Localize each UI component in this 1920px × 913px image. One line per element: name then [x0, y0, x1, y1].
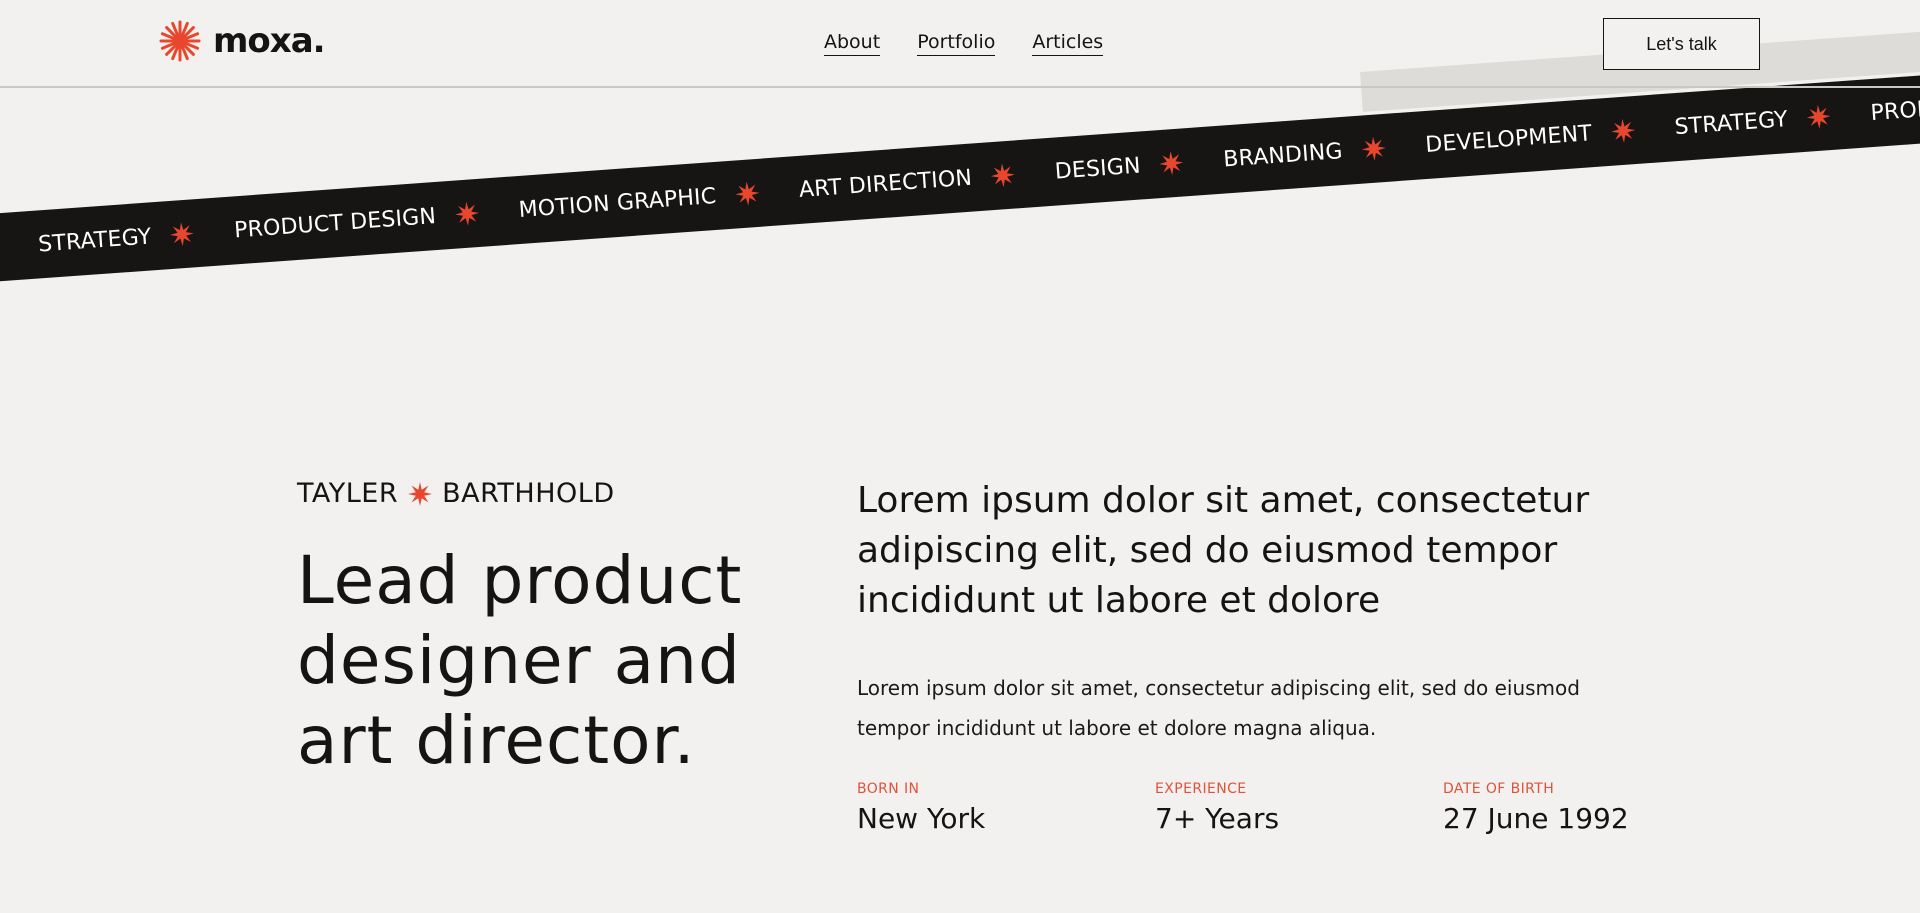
starburst-icon	[990, 162, 1016, 188]
starburst-icon	[1806, 104, 1832, 130]
hero-description: Lorem ipsum dolor sit amet, consectetur …	[857, 476, 1637, 836]
marquee-item-label: STRATEGY	[1673, 106, 1789, 140]
marquee-item: DESIGN	[1054, 150, 1184, 184]
fact-date-of-birth: DATE OF BIRTH 27 June 1992	[1443, 780, 1629, 836]
main-nav: About Portfolio Articles	[824, 32, 1104, 56]
fact-born-in: BORN IN New York	[857, 780, 1155, 836]
nav-link-portfolio[interactable]: Portfolio	[917, 32, 996, 56]
marquee-item-label: PRODUCT DESIGN	[1869, 86, 1920, 126]
marquee-item: STRATEGY	[1674, 104, 1832, 140]
fact-value: New York	[857, 802, 986, 835]
starburst-icon	[1361, 136, 1387, 162]
fact-label: DATE OF BIRTH	[1443, 781, 1555, 797]
starburst-icon	[1610, 118, 1636, 144]
starburst-icon	[734, 181, 760, 207]
marquee-item-label: DEVELOPMENT	[1424, 120, 1593, 158]
marquee-track: STRATEGY PRODUCT DESIGN MOTION GRAPHIC ART …	[0, 80, 1920, 262]
marquee-item-label: ART DIRECTION	[798, 165, 973, 203]
marquee-item: MOTION GRAPHIC	[518, 180, 760, 222]
marquee-item: PRODUCT DESIGN	[1870, 83, 1920, 125]
starburst-logo-icon	[159, 20, 201, 62]
marquee-item-label: PRODUCT DESIGN	[233, 203, 437, 243]
brand-name: moxa.	[213, 21, 326, 61]
fact-label: BORN IN	[857, 781, 920, 797]
lead-paragraph: Lorem ipsum dolor sit amet, consectetur …	[857, 480, 1590, 621]
page: moxa. About Portfolio Articles Let's tal…	[0, 0, 1920, 913]
marquee-item-label: MOTION GRAPHIC	[517, 183, 718, 223]
marquee-item: STRATEGY	[37, 221, 195, 257]
nav-link-about[interactable]: About	[824, 32, 881, 56]
lets-talk-button[interactable]: Let's talk	[1603, 18, 1760, 70]
hero-intro: TAYLER BARTHHOLD Lead product designer a…	[297, 478, 857, 781]
logo-link[interactable]: moxa.	[159, 20, 326, 62]
skills-marquee: STRATEGY PRODUCT DESIGN MOTION GRAPHIC ART …	[0, 65, 1920, 284]
starburst-icon	[454, 201, 480, 227]
marquee-item: ART DIRECTION	[798, 162, 1016, 202]
body-paragraph: Lorem ipsum dolor sit amet, consectetur …	[857, 676, 1580, 740]
fact-value: 7+ Years	[1155, 802, 1280, 835]
fact-label: EXPERIENCE	[1155, 781, 1247, 797]
marquee-item: PRODUCT DESIGN	[233, 200, 480, 243]
site-header: moxa. About Portfolio Articles Let's tal…	[0, 0, 1920, 88]
person-name: TAYLER BARTHHOLD	[297, 478, 857, 509]
fact-experience: EXPERIENCE 7+ Years	[1155, 780, 1443, 836]
marquee-item-label: DESIGN	[1053, 152, 1142, 185]
marquee-item: DEVELOPMENT	[1425, 118, 1636, 158]
marquee-item-label: STRATEGY	[37, 223, 153, 257]
marquee-item: BRANDING	[1223, 135, 1387, 172]
fact-value: 27 June 1992	[1443, 802, 1629, 835]
nav-link-articles[interactable]: Articles	[1032, 32, 1104, 56]
starburst-icon	[1159, 150, 1185, 176]
starburst-icon	[408, 481, 433, 506]
marquee-item-label: BRANDING	[1222, 138, 1344, 172]
starburst-icon	[170, 221, 196, 247]
personal-facts: BORN IN New York EXPERIENCE 7+ Years DAT…	[857, 780, 1637, 836]
hero-headline: Lead product designer and art director.	[297, 542, 743, 779]
last-name: BARTHHOLD	[442, 478, 615, 509]
first-name: TAYLER	[297, 478, 399, 509]
